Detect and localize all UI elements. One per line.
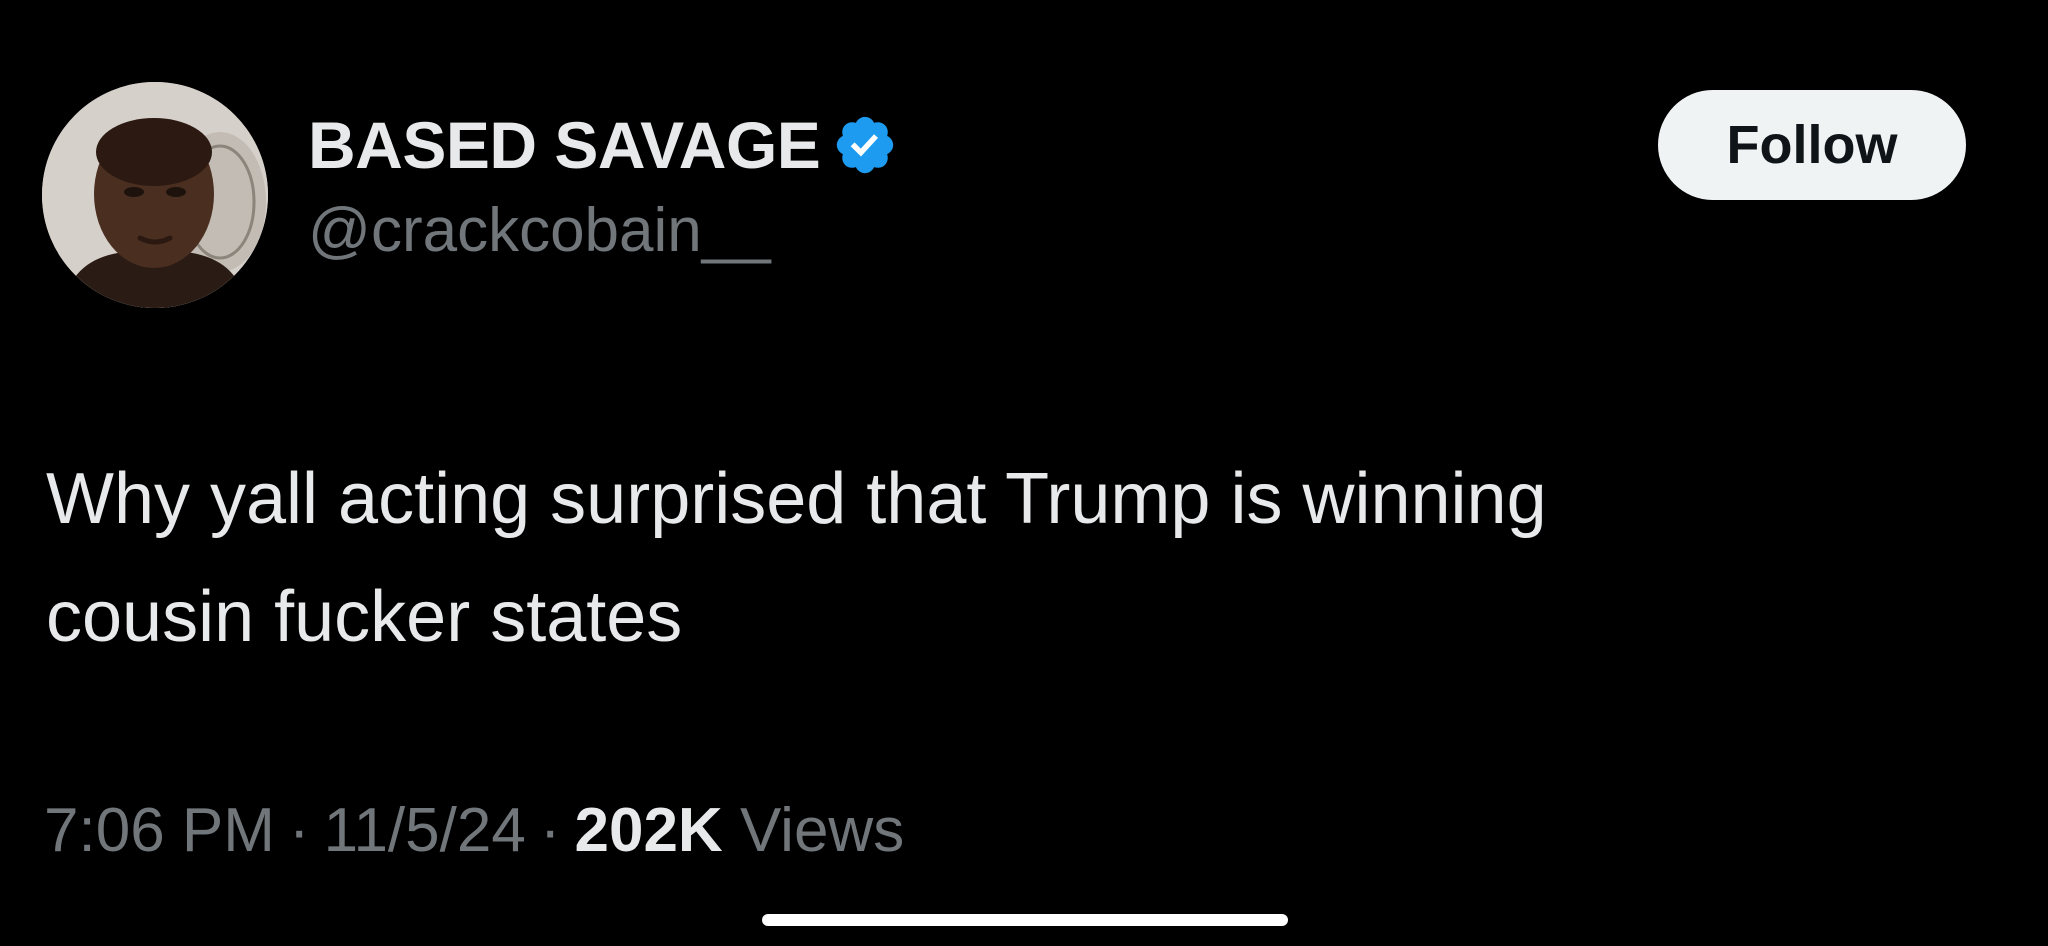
tweet-text: Why yall acting surprised that Trump is … [46,459,1547,657]
separator: · [539,796,561,865]
views-label[interactable]: Views [740,796,904,865]
tweet-meta: 7:06 PM · 11/5/24 · 202K Views [44,800,904,862]
views-count[interactable]: 202K [574,796,722,865]
handle[interactable]: @crackcobain__ [308,200,898,262]
separator: · [288,796,310,865]
avatar[interactable] [42,82,268,308]
home-indicator[interactable] [762,914,1288,926]
verified-badge-icon[interactable] [832,112,898,178]
tweet-card: BASED SAVAGE @crackcobain__ Follow Why y… [0,0,2048,946]
display-name[interactable]: BASED SAVAGE [308,112,821,178]
author-info: BASED SAVAGE @crackcobain__ [308,104,898,262]
profile-photo-icon [42,82,268,308]
timestamp-date[interactable]: 11/5/24 [324,796,526,865]
name-row: BASED SAVAGE [308,104,898,186]
follow-button[interactable]: Follow [1658,90,1966,200]
timestamp-time[interactable]: 7:06 PM [44,796,275,865]
